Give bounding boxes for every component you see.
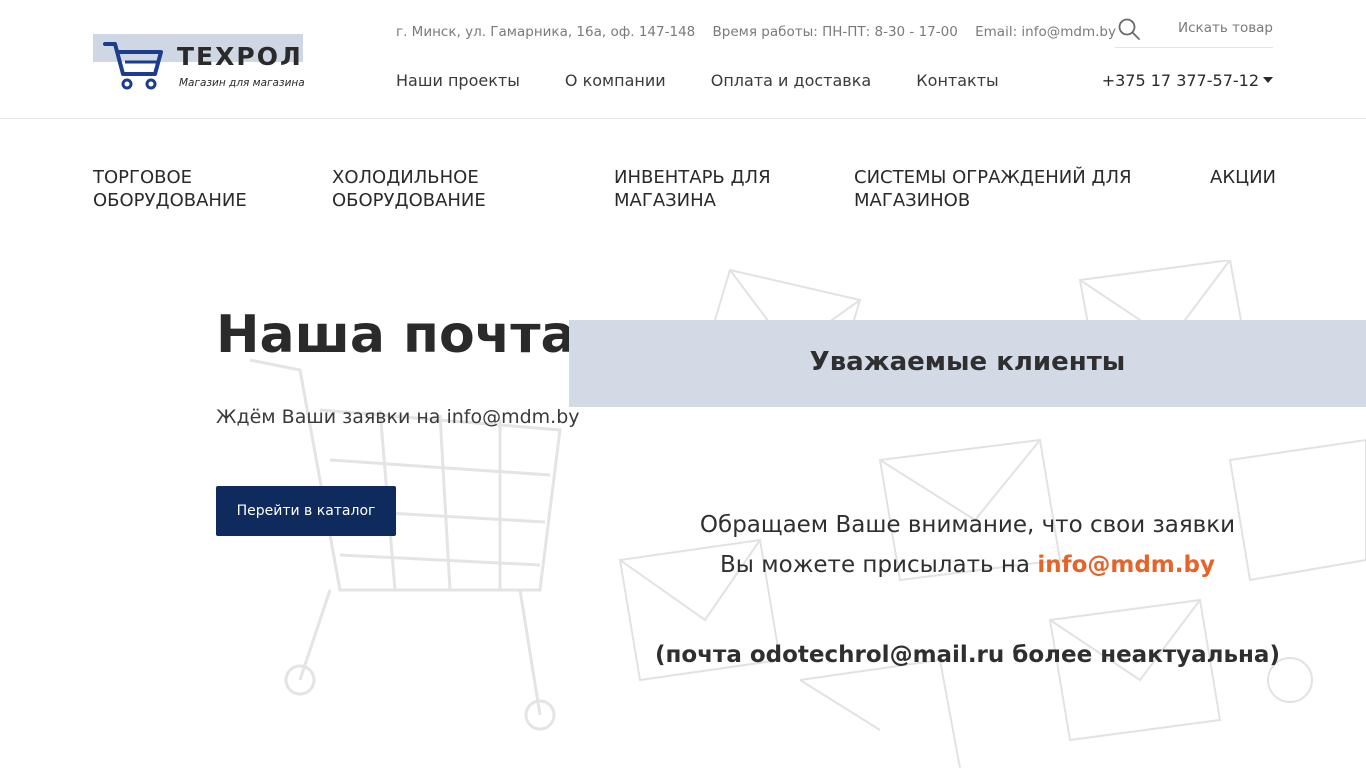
category-label-line1: Холодильное	[332, 167, 479, 188]
email-text[interactable]: Email: info@mdm.by	[975, 24, 1116, 40]
category-fencing-systems[interactable]: Системы ограждений для магазинов	[854, 166, 1132, 212]
category-retail-equipment[interactable]: Торговое оборудование	[93, 166, 247, 212]
go-to-catalog-button[interactable]: Перейти в каталог	[216, 486, 396, 536]
search-icon[interactable]	[1117, 17, 1141, 41]
category-label-line1: Торговое	[93, 167, 193, 188]
category-label-line2: магазина	[614, 190, 716, 211]
hero-title: Наша почта	[216, 305, 576, 365]
category-label-line1: Акции	[1210, 167, 1276, 188]
notice-line-1: Обращаем Ваше внимание, что свои заявки	[699, 512, 1236, 538]
top-info-bar: г. Минск, ул. Гамарника, 16а, оф. 147-14…	[396, 24, 1129, 40]
phone-dropdown[interactable]: +375 17 377-57-12	[1102, 71, 1273, 90]
category-label-line2: оборудование	[93, 190, 247, 211]
phone-number[interactable]: +375 17 377-57-12	[1102, 71, 1259, 90]
nav-item-projects[interactable]: Наши проекты	[396, 71, 520, 90]
category-label-line1: Инвентарь для	[614, 167, 771, 188]
nav-item-about[interactable]: О компании	[565, 71, 666, 90]
notice-header: Уважаемые клиенты	[569, 320, 1366, 407]
search-box	[1115, 10, 1273, 48]
notice-card: Уважаемые клиенты Обращаем Ваше внимание…	[569, 320, 1366, 768]
hero-banner: Наша почта Ждём Ваши заявки на info@mdm.…	[0, 260, 1366, 768]
address-text: г. Минск, ул. Гамарника, 16а, оф. 147-14…	[396, 24, 696, 40]
site-header: ТЕХРОЛ Магазин для магазина г. Минск, ул…	[0, 0, 1366, 119]
notice-heading: Уважаемые клиенты	[809, 347, 1126, 377]
search-input[interactable]	[1155, 16, 1273, 40]
category-promotions[interactable]: Акции	[1210, 166, 1276, 189]
logo-tagline: Магазин для магазина	[179, 77, 305, 89]
category-label-line1: Системы ограждений для	[854, 167, 1132, 188]
notice-line-2: Вы можете присылать на info@mdm.by	[569, 552, 1366, 578]
main-nav: Наши проекты О компании Оплата и доставк…	[396, 71, 1039, 90]
logo[interactable]: ТЕХРОЛ Магазин для магазина	[93, 34, 305, 92]
hero-subtitle: Ждём Ваши заявки на info@mdm.by	[216, 406, 580, 428]
category-store-inventory[interactable]: Инвентарь для магазина	[614, 166, 771, 212]
cart-logo-icon	[103, 42, 163, 90]
notice-line-2-prefix: Вы можете присылать на	[720, 552, 1030, 578]
logo-name: ТЕХРОЛ	[177, 42, 303, 71]
nav-item-contacts[interactable]: Контакты	[916, 71, 998, 90]
notice-line-3: (почта odotechrol@mail.ru более неактуал…	[655, 642, 1280, 668]
nav-item-payment-delivery[interactable]: Оплата и доставка	[711, 71, 871, 90]
category-label-line2: магазинов	[854, 190, 971, 211]
category-refrigeration-equipment[interactable]: Холодильное оборудование	[332, 166, 486, 212]
hours-text: Время работы: ПН-ПТ: 8-30 - 17-00	[712, 24, 958, 40]
chevron-down-icon[interactable]	[1263, 76, 1273, 83]
notice-email: info@mdm.by	[1037, 552, 1215, 578]
category-label-line2: оборудование	[332, 190, 486, 211]
